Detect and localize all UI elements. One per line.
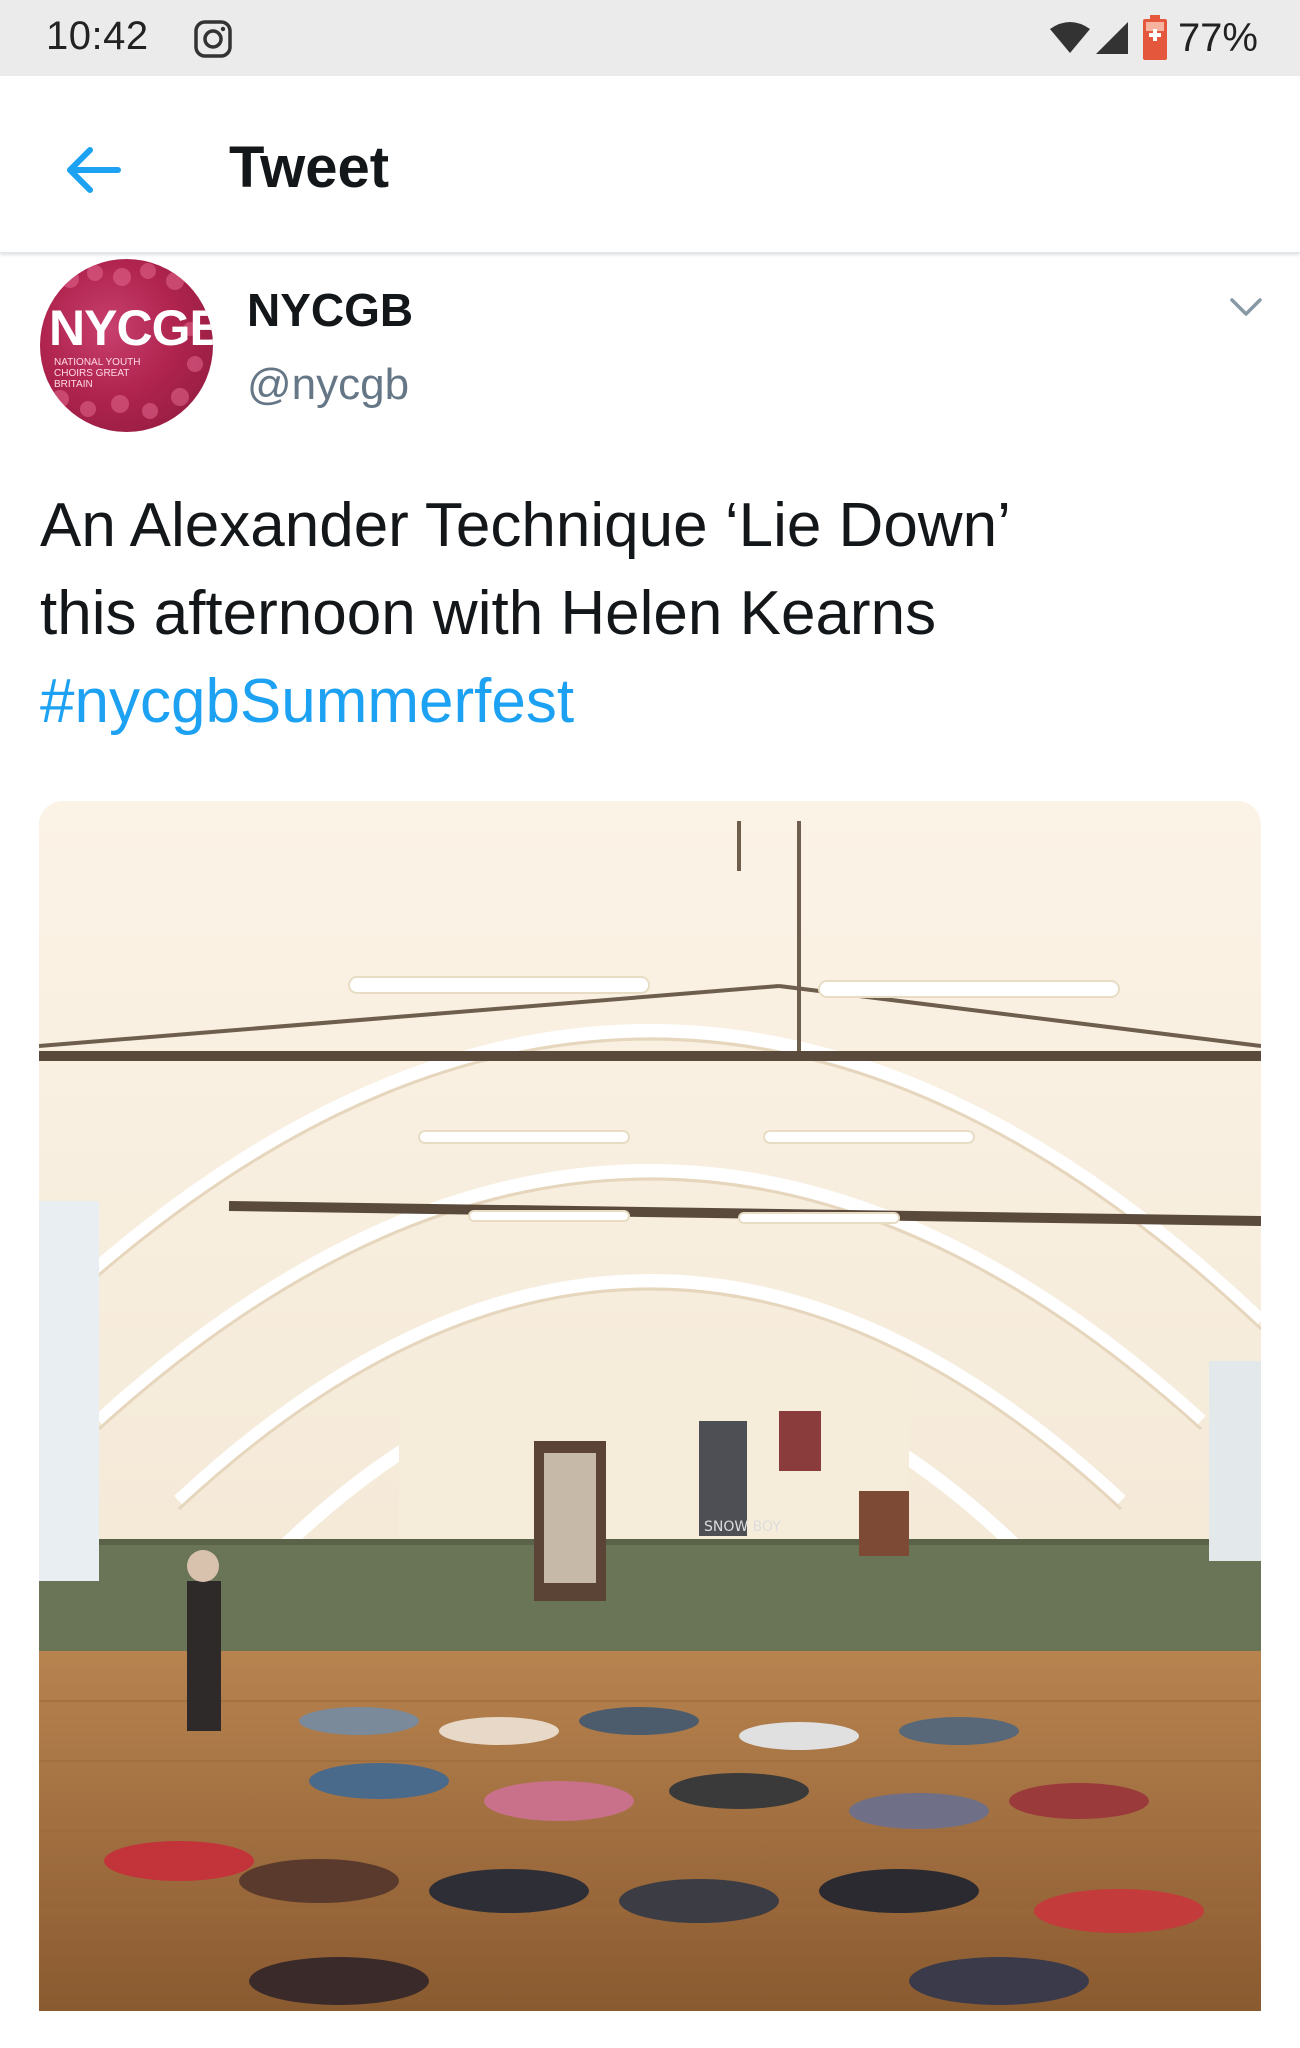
chevron-down-icon bbox=[1230, 298, 1262, 316]
display-name[interactable]: NYCGB bbox=[247, 283, 413, 337]
avatar[interactable]: NYCGB National Youth Choirs Great Britai… bbox=[40, 259, 213, 432]
hashtag-link[interactable]: #nycgbSummerfest bbox=[40, 658, 1270, 746]
status-time: 10:42 bbox=[46, 14, 149, 58]
app-bar: Tweet bbox=[0, 76, 1300, 253]
status-bar: 10:42 77% bbox=[0, 0, 1300, 76]
hall-photo: SNOW BOY bbox=[39, 801, 1261, 2011]
arrow-left-icon bbox=[67, 147, 121, 193]
tweet-menu-button[interactable] bbox=[1226, 292, 1266, 322]
battery-charging-icon bbox=[1142, 15, 1168, 61]
avatar-logo-text: NYCGB bbox=[49, 300, 213, 356]
cell-signal-icon bbox=[1094, 20, 1130, 56]
avatar-subtitle: National Youth Choirs Great Britain bbox=[54, 357, 141, 390]
tweet-text-line: this afternoon with Helen Kearns bbox=[40, 579, 937, 648]
poster-text: SNOW BOY bbox=[704, 1519, 781, 1535]
tweet-photo[interactable]: SNOW BOY bbox=[39, 801, 1261, 2011]
tweet-text-line: An Alexander Technique ‘Lie Down’ bbox=[40, 491, 1011, 560]
instagram-icon bbox=[193, 19, 233, 59]
page-title: Tweet bbox=[229, 135, 390, 200]
back-button[interactable] bbox=[62, 138, 126, 202]
tweet-text: An Alexander Technique ‘Lie Down’ this a… bbox=[40, 482, 1270, 746]
status-indicators: 77% bbox=[1048, 14, 1258, 62]
battery-percent: 77% bbox=[1177, 15, 1258, 60]
wifi-icon bbox=[1048, 21, 1092, 55]
user-handle[interactable]: @nycgb bbox=[247, 360, 409, 410]
